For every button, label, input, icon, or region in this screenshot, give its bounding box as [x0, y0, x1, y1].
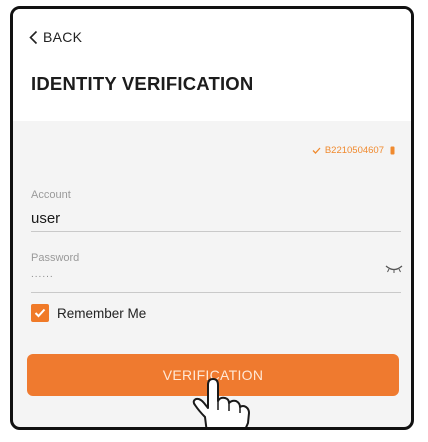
page-title: IDENTITY VERIFICATION: [31, 73, 254, 94]
chevron-left-icon: [29, 30, 38, 44]
password-label: Password: [31, 252, 80, 264]
eye-closed-icon[interactable]: [385, 264, 403, 274]
checkmark-icon: [312, 147, 321, 154]
account-label: Account: [31, 189, 71, 201]
password-underline: [31, 292, 401, 293]
password-input[interactable]: ......: [31, 269, 54, 280]
pointing-hand-icon: [192, 378, 250, 427]
back-label: BACK: [43, 29, 83, 45]
remember-me-toggle[interactable]: Remember Me: [31, 304, 146, 322]
app-header: BACK IDENTITY VERIFICATION: [13, 9, 411, 121]
remember-me-checkbox[interactable]: [31, 304, 49, 322]
remember-me-label: Remember Me: [57, 305, 147, 321]
device-status-icon: [390, 146, 395, 155]
account-input[interactable]: [31, 207, 401, 229]
device-serial-text: B2210504607: [324, 145, 384, 156]
account-underline: [31, 231, 401, 232]
phone-frame: BACK IDENTITY VERIFICATION B2210504607 A…: [10, 6, 414, 430]
device-serial: B2210504607: [312, 145, 395, 156]
checkmark-icon: [34, 308, 46, 318]
back-button[interactable]: BACK: [29, 29, 82, 45]
